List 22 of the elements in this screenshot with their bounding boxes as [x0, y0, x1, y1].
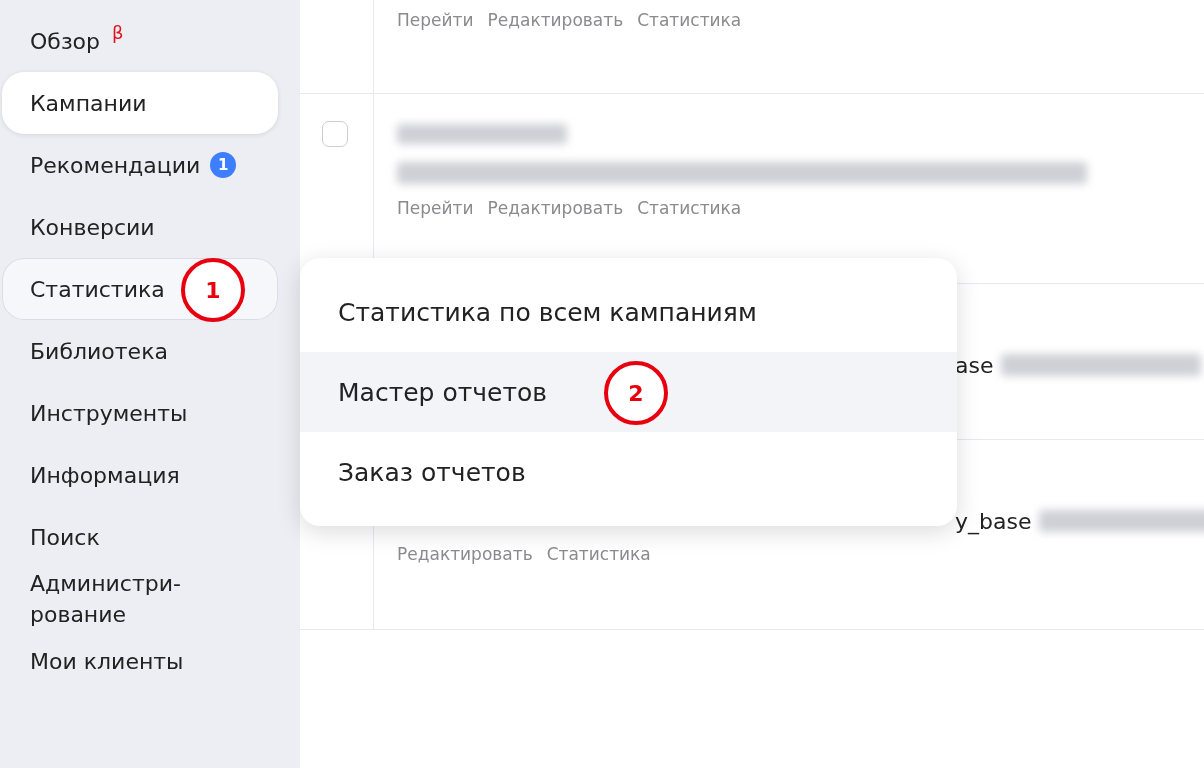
menu-item[interactable]: Статистика по всем кампаниям: [300, 272, 957, 352]
sidebar-item[interactable]: Обзор β: [2, 10, 278, 72]
action-link[interactable]: Редактировать: [487, 198, 624, 218]
action-link[interactable]: Статистика: [637, 198, 742, 218]
campaign-name: y_base: [955, 508, 1032, 534]
sidebar-item[interactable]: Администри-рование: [2, 568, 278, 630]
sidebar-item[interactable]: Информация: [2, 444, 278, 506]
sidebar-item[interactable]: Кампании: [2, 72, 278, 134]
sidebar-item[interactable]: Мои клиенты: [2, 630, 278, 692]
menu-item[interactable]: Заказ отчетов: [300, 432, 957, 512]
action-link[interactable]: Редактировать: [487, 10, 624, 30]
campaign-name: ase: [955, 352, 994, 378]
action-link[interactable]: Статистика: [637, 10, 742, 30]
sidebar-item[interactable]: Библиотека: [2, 320, 278, 382]
action-link[interactable]: Статистика: [546, 544, 651, 564]
sidebar-item[interactable]: Конверсии: [2, 196, 278, 258]
count-badge: 1: [210, 152, 237, 178]
checkbox[interactable]: [322, 121, 348, 147]
beta-mark: β: [112, 22, 124, 43]
sidebar-item[interactable]: Инструменты: [2, 382, 278, 444]
sidebar-item[interactable]: Поиск: [2, 506, 278, 568]
sidebar-item[interactable]: Рекомендации 1: [2, 134, 278, 196]
